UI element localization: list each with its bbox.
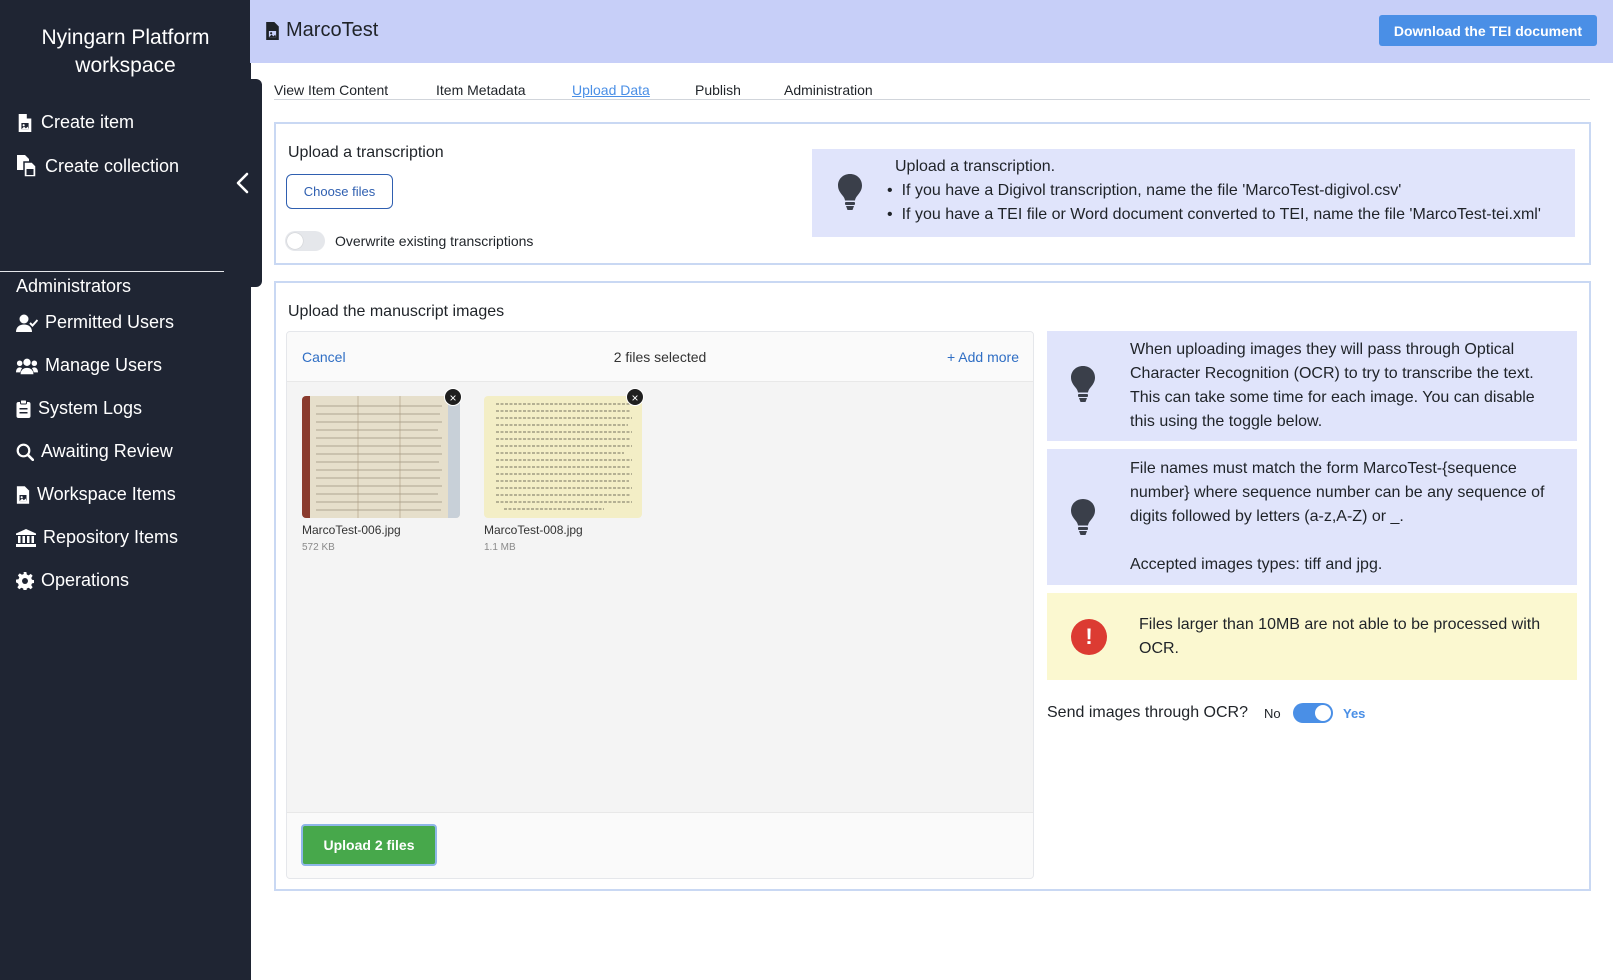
remove-file-icon[interactable]: × [626,388,644,406]
exclamation-icon: ! [1071,619,1107,655]
file-uploader[interactable]: 2 files selected Cancel + Add more × Mar… [286,331,1034,879]
file-name: MarcoTest-008.jpg [484,523,583,537]
ocr-no-label: No [1264,706,1281,721]
tab-administration[interactable]: Administration [784,82,873,98]
sidebar-item-label: Repository Items [43,527,179,547]
list-item: If you have a TEI file or Word document … [887,203,1541,227]
item-title: MarcoTest [286,19,379,41]
sidebar-item-awaiting-review[interactable]: Awaiting Review [16,441,173,462]
workspace-title: Nyingarn Platform workspace [0,24,251,80]
transcription-heading: Upload a transcription [288,144,444,161]
users-icon [16,358,38,374]
tab-upload-data[interactable]: Upload Data [572,82,650,98]
toggle-knob [287,233,303,249]
transcription-info-title: Upload a transcription. [895,158,1056,175]
sidebar-item-label: Permitted Users [45,312,175,332]
file-size-warning: ! Files larger than 10MB are not able to… [1047,593,1577,680]
remove-file-icon[interactable]: × [444,388,462,406]
overwrite-toggle[interactable] [285,231,325,251]
sidebar: Nyingarn Platform workspace Create item … [0,0,251,980]
sidebar-item-label: Workspace Items [37,484,176,504]
lightbulb-icon [1071,499,1095,535]
toggle-knob [1315,705,1331,721]
file-size: 572 KB [302,542,335,553]
tab-publish[interactable]: Publish [695,82,741,98]
uploader-toolbar: 2 files selected Cancel + Add more [287,332,1033,382]
sidebar-item-operations[interactable]: Operations [16,570,129,591]
add-more-button[interactable]: + Add more [947,349,1019,365]
file-thumbnail[interactable] [302,396,460,518]
transcription-upload-panel: Upload a transcription Choose files Over… [274,122,1591,265]
sidebar-item-system-logs[interactable]: System Logs [16,398,142,419]
create-collection-link[interactable]: Create collection [16,155,179,177]
transcription-info-box: Upload a transcription. If you have a Di… [812,149,1575,237]
sidebar-item-repository-items[interactable]: Repository Items [16,527,178,548]
sidebar-item-permitted-users[interactable]: Permitted Users [16,312,174,333]
overwrite-label: Overwrite existing transcriptions [335,233,534,249]
file-name: MarcoTest-006.jpg [302,523,401,537]
tab-item-metadata[interactable]: Item Metadata [436,82,526,98]
uploader-footer: Upload 2 files [287,812,1033,878]
page-title: MarcoTest [265,19,378,42]
upload-files-button[interactable]: Upload 2 files [301,824,437,866]
clipboard-icon [16,399,31,418]
file-thumbnail[interactable] [484,396,642,518]
sidebar-collapse-button[interactable] [224,79,262,287]
accepted-types-text: Accepted images types: tiff and jpg. [1130,556,1383,573]
list-item: If you have a Digivol transcription, nam… [887,179,1541,203]
naming-info-text: File names must match the form MarcoTest… [1130,460,1545,525]
ocr-info-box: When uploading images they will pass thr… [1047,331,1577,441]
workspace-title-line1: Nyingarn Platform [41,26,210,49]
file-image-icon [266,21,279,40]
bank-icon [16,528,36,547]
naming-info-box: File names must match the form MarcoTest… [1047,449,1577,585]
download-tei-button[interactable]: Download the TEI document [1379,15,1597,46]
ocr-question: Send images through OCR? [1047,704,1248,721]
ocr-toggle[interactable] [1293,703,1333,723]
lightbulb-icon [838,174,862,210]
sidebar-item-label: Awaiting Review [41,441,173,461]
administrators-heading: Administrators [16,276,132,296]
transcription-info-list: If you have a Digivol transcription, nam… [887,179,1541,227]
sidebar-item-manage-users[interactable]: Manage Users [16,355,162,376]
manuscript-image [302,396,460,518]
gear-icon [16,571,34,590]
ocr-info-text: When uploading images they will pass thr… [1130,341,1535,430]
file-image-icon [16,485,30,504]
images-heading: Upload the manuscript images [288,303,505,320]
choose-files-button[interactable]: Choose files [286,174,393,209]
sidebar-item-label: Operations [41,570,130,590]
chevron-left-icon [236,172,249,194]
file-icon [18,113,32,132]
user-check-icon [16,314,38,332]
sidebar-divider [0,271,231,272]
lightbulb-icon [1071,366,1095,402]
files-selected-count: 2 files selected [613,349,707,365]
create-collection-label: Create collection [45,155,180,176]
tab-view-item-content[interactable]: View Item Content [274,82,388,98]
create-item-link[interactable]: Create item [16,112,134,133]
search-icon [16,443,34,461]
workspace-title-line2: workspace [75,54,176,77]
image-upload-panel: Upload the manuscript images 2 files sel… [274,281,1591,891]
warning-text: Files larger than 10MB are not able to b… [1139,616,1541,657]
create-item-label: Create item [41,112,135,132]
item-tabs: View Item Content Item Metadata Upload D… [274,80,1590,100]
ocr-yes-label: Yes [1343,706,1366,721]
page-header: MarcoTest Download the TEI document [250,0,1613,63]
sidebar-item-label: System Logs [38,398,143,418]
sidebar-item-label: Manage Users [45,355,163,375]
file-size: 1.1 MB [484,542,516,553]
sidebar-item-workspace-items[interactable]: Workspace Items [16,484,176,505]
cancel-upload-button[interactable]: Cancel [302,349,346,365]
manuscript-image [484,396,642,518]
files-icon [17,155,37,177]
